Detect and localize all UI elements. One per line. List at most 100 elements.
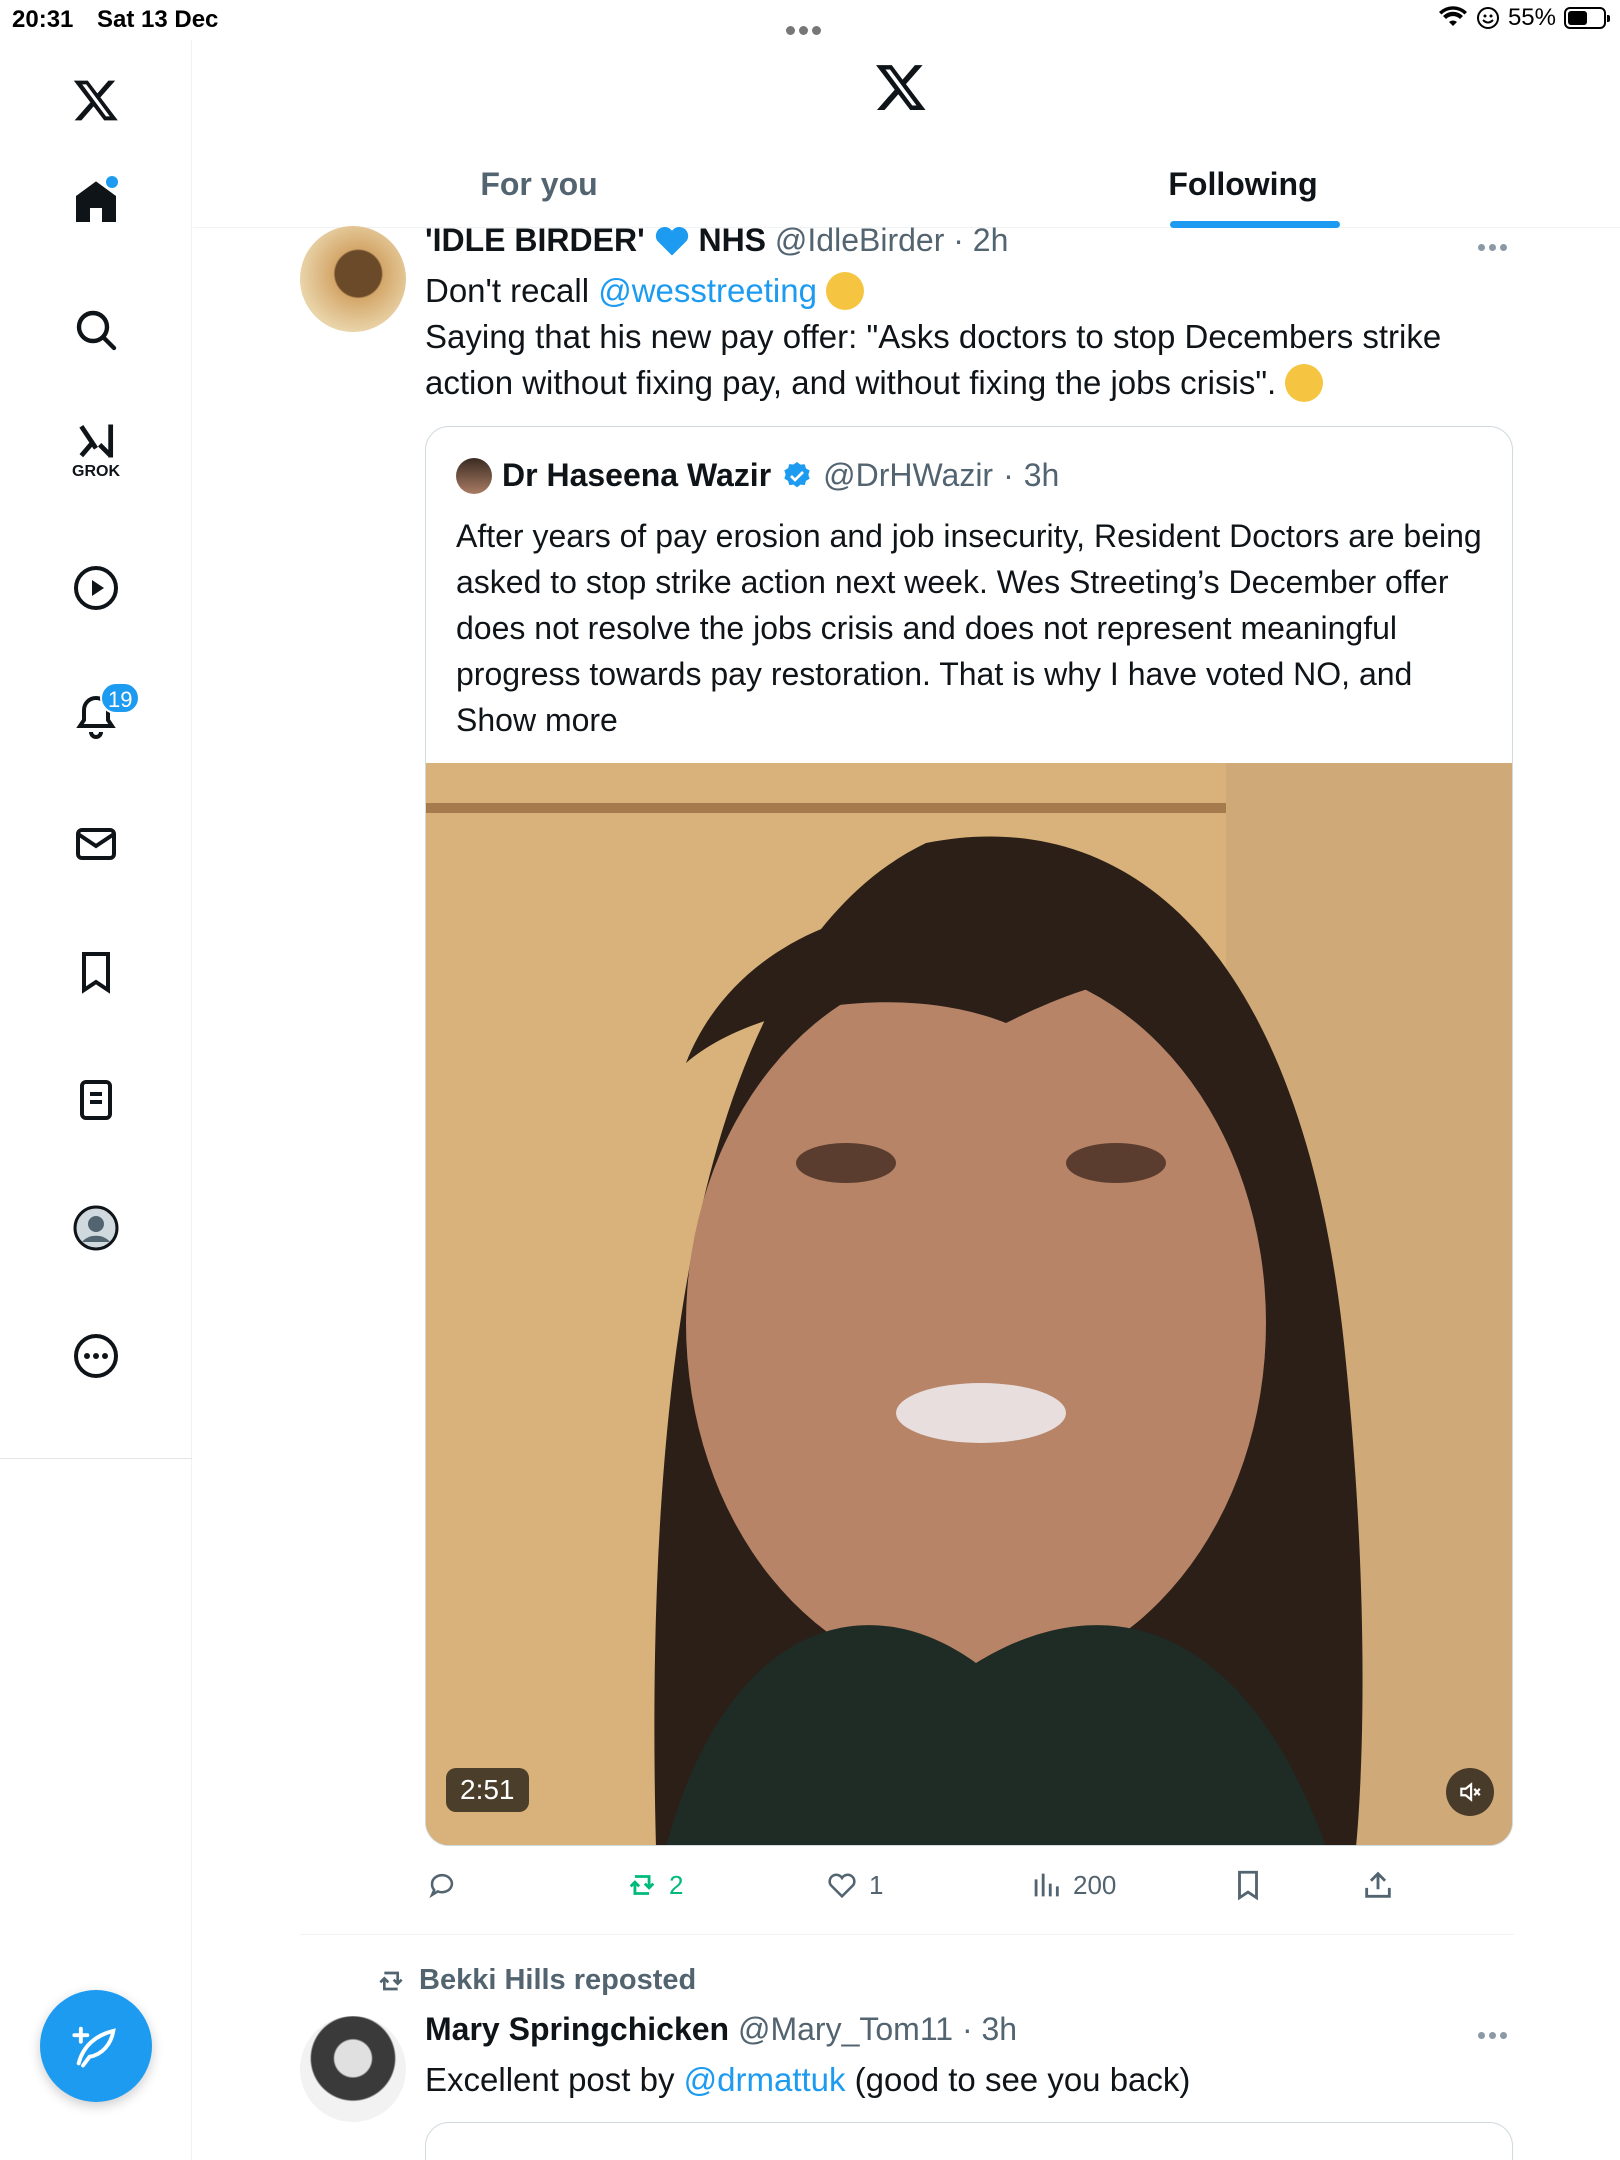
repost-button[interactable]: 2 bbox=[625, 1860, 683, 1910]
quote-header: Dr Haseena Wazir @DrHWazir · 3h bbox=[456, 457, 1059, 494]
author-name-suffix[interactable]: NHS bbox=[698, 222, 766, 258]
timeline-tabs: For you Following bbox=[193, 140, 1620, 228]
views-icon bbox=[1034, 1873, 1059, 1897]
home-unread-dot bbox=[106, 176, 118, 188]
grok-label: GROK bbox=[72, 463, 120, 480]
post2-quoted-post[interactable] bbox=[425, 2122, 1513, 2160]
post-avatar[interactable] bbox=[300, 226, 406, 332]
repost-indicator-icon bbox=[379, 1971, 403, 1990]
post-actions: 2 1 200 bbox=[425, 1860, 1515, 1910]
bookmarks-icon bbox=[82, 952, 110, 994]
sidebar-divider bbox=[0, 1458, 192, 1459]
post2-more-icon[interactable] bbox=[1478, 2026, 1512, 2039]
video-frame bbox=[426, 763, 1512, 1845]
quote-time[interactable]: 3h bbox=[1024, 457, 1060, 494]
like-button[interactable]: 1 bbox=[825, 1860, 883, 1910]
bookmark-icon bbox=[1238, 1870, 1258, 1901]
profile-icon bbox=[73, 1205, 119, 1251]
sidebar-item-messages[interactable] bbox=[56, 804, 136, 884]
post2-text: Excellent post by @drmattuk (good to see… bbox=[425, 2057, 1515, 2103]
post-separator bbox=[300, 1934, 1514, 1935]
author-handle[interactable]: @IdleBirder bbox=[775, 222, 944, 258]
post2-text-suffix: (good to see you back) bbox=[845, 2061, 1191, 2098]
grok-icon bbox=[79, 424, 114, 458]
focus-icon bbox=[1476, 7, 1499, 29]
status-date: Sat 13 Dec bbox=[97, 6, 219, 33]
sidebar: GROK 19 bbox=[0, 40, 192, 2160]
wifi-icon bbox=[1438, 6, 1467, 26]
battery-icon bbox=[1564, 7, 1610, 29]
more-icon bbox=[74, 1334, 118, 1378]
sidebar-item-video[interactable] bbox=[56, 548, 136, 628]
views-count: 200 bbox=[1073, 1869, 1117, 1900]
status-bar: 20:31 Sat 13 Dec 55% bbox=[0, 0, 1620, 40]
share-icon bbox=[1365, 1871, 1391, 1898]
reply-button[interactable] bbox=[425, 1860, 469, 1910]
heart-emoji-icon bbox=[655, 227, 688, 256]
video-player[interactable]: 2:51 bbox=[426, 763, 1512, 1845]
sidebar-item-home[interactable] bbox=[56, 162, 136, 242]
post-text-prefix: Don't recall bbox=[425, 272, 599, 309]
grimace-emoji-icon bbox=[826, 272, 865, 310]
repost-count: 2 bbox=[669, 1869, 684, 1900]
quote-author-handle[interactable]: @DrHWazir bbox=[823, 457, 993, 494]
post-header: 'IDLE BIRDER' NHS @IdleBirder · 2h bbox=[425, 222, 1009, 258]
author-name[interactable]: 'IDLE BIRDER' bbox=[425, 222, 645, 258]
post-time[interactable]: 2h bbox=[973, 222, 1009, 258]
x-logo-header-icon[interactable] bbox=[874, 60, 940, 120]
reposted-by[interactable]: Bekki Hills reposted bbox=[419, 1964, 696, 1997]
active-tab-indicator bbox=[1170, 221, 1340, 228]
verified-icon bbox=[784, 461, 810, 487]
repost-indicator: Bekki Hills reposted bbox=[375, 1964, 696, 1997]
mute-button[interactable] bbox=[1446, 1768, 1494, 1816]
battery-level bbox=[1568, 11, 1587, 25]
sidebar-item-more[interactable] bbox=[56, 1316, 136, 1396]
quoted-post[interactable]: Dr Haseena Wazir @DrHWazir · 3h After year… bbox=[425, 426, 1513, 1846]
battery-percent: 55% bbox=[1507, 4, 1556, 31]
post2-text-prefix: Excellent post by bbox=[425, 2061, 684, 2098]
sidebar-item-lists[interactable] bbox=[56, 1060, 136, 1140]
sidebar-item-profile[interactable] bbox=[56, 1188, 136, 1268]
search-icon bbox=[76, 310, 117, 351]
quote-body: After years of pay erosion and job insec… bbox=[456, 518, 1482, 692]
notification-count-badge: 19 bbox=[100, 682, 141, 714]
views-button[interactable]: 200 bbox=[1029, 1860, 1116, 1910]
messages-icon bbox=[76, 828, 116, 860]
post-mention[interactable]: @wesstreeting bbox=[598, 272, 817, 309]
post2-avatar[interactable] bbox=[300, 2016, 406, 2122]
repost-icon bbox=[629, 1875, 655, 1895]
post2-mention[interactable]: @drmattuk bbox=[684, 2061, 846, 2098]
show-more-link[interactable]: Show more bbox=[456, 702, 618, 738]
x-logo-icon[interactable] bbox=[56, 60, 136, 140]
quote-avatar[interactable] bbox=[456, 457, 492, 494]
multitasking-dots-icon[interactable] bbox=[786, 14, 830, 35]
lists-icon bbox=[80, 1080, 112, 1120]
post2-header: Mary Springchicken @Mary_Tom11 · 3h bbox=[425, 2011, 1018, 2047]
sidebar-item-grok[interactable]: GROK bbox=[56, 410, 136, 490]
compose-button[interactable] bbox=[40, 1990, 152, 2102]
reply-icon bbox=[429, 1873, 454, 1899]
post2-author-handle[interactable]: @Mary_Tom11 bbox=[738, 2011, 953, 2047]
like-icon bbox=[828, 1873, 856, 1899]
tab-for-you[interactable]: For you bbox=[439, 140, 639, 228]
tab-following[interactable]: Following bbox=[1153, 140, 1333, 228]
quote-author-name[interactable]: Dr Haseena Wazir bbox=[502, 457, 771, 494]
mute-icon bbox=[1460, 1782, 1481, 1802]
video-duration: 2:51 bbox=[446, 1768, 529, 1812]
compose-icon bbox=[72, 2026, 116, 2068]
post-text: Don't recall @wesstreeting Saying that h… bbox=[425, 268, 1515, 406]
post-more-icon[interactable] bbox=[1478, 238, 1512, 251]
bookmark-button[interactable] bbox=[1231, 1860, 1265, 1910]
status-time: 20:31 bbox=[12, 6, 74, 33]
sidebar-item-bookmarks[interactable] bbox=[56, 932, 136, 1012]
eye-roll-emoji-icon bbox=[1285, 364, 1324, 402]
share-button[interactable] bbox=[1361, 1860, 1395, 1910]
quote-text: After years of pay erosion and job insec… bbox=[456, 513, 1486, 743]
like-count: 1 bbox=[869, 1869, 884, 1900]
status-right: 55% bbox=[1438, 4, 1610, 32]
post2-author-name[interactable]: Mary Springchicken bbox=[425, 2011, 729, 2047]
sidebar-item-explore[interactable] bbox=[56, 290, 136, 370]
video-icon bbox=[74, 566, 118, 610]
post2-time[interactable]: 3h bbox=[981, 2011, 1017, 2047]
sidebar-item-notifications[interactable]: 19 bbox=[56, 676, 141, 756]
